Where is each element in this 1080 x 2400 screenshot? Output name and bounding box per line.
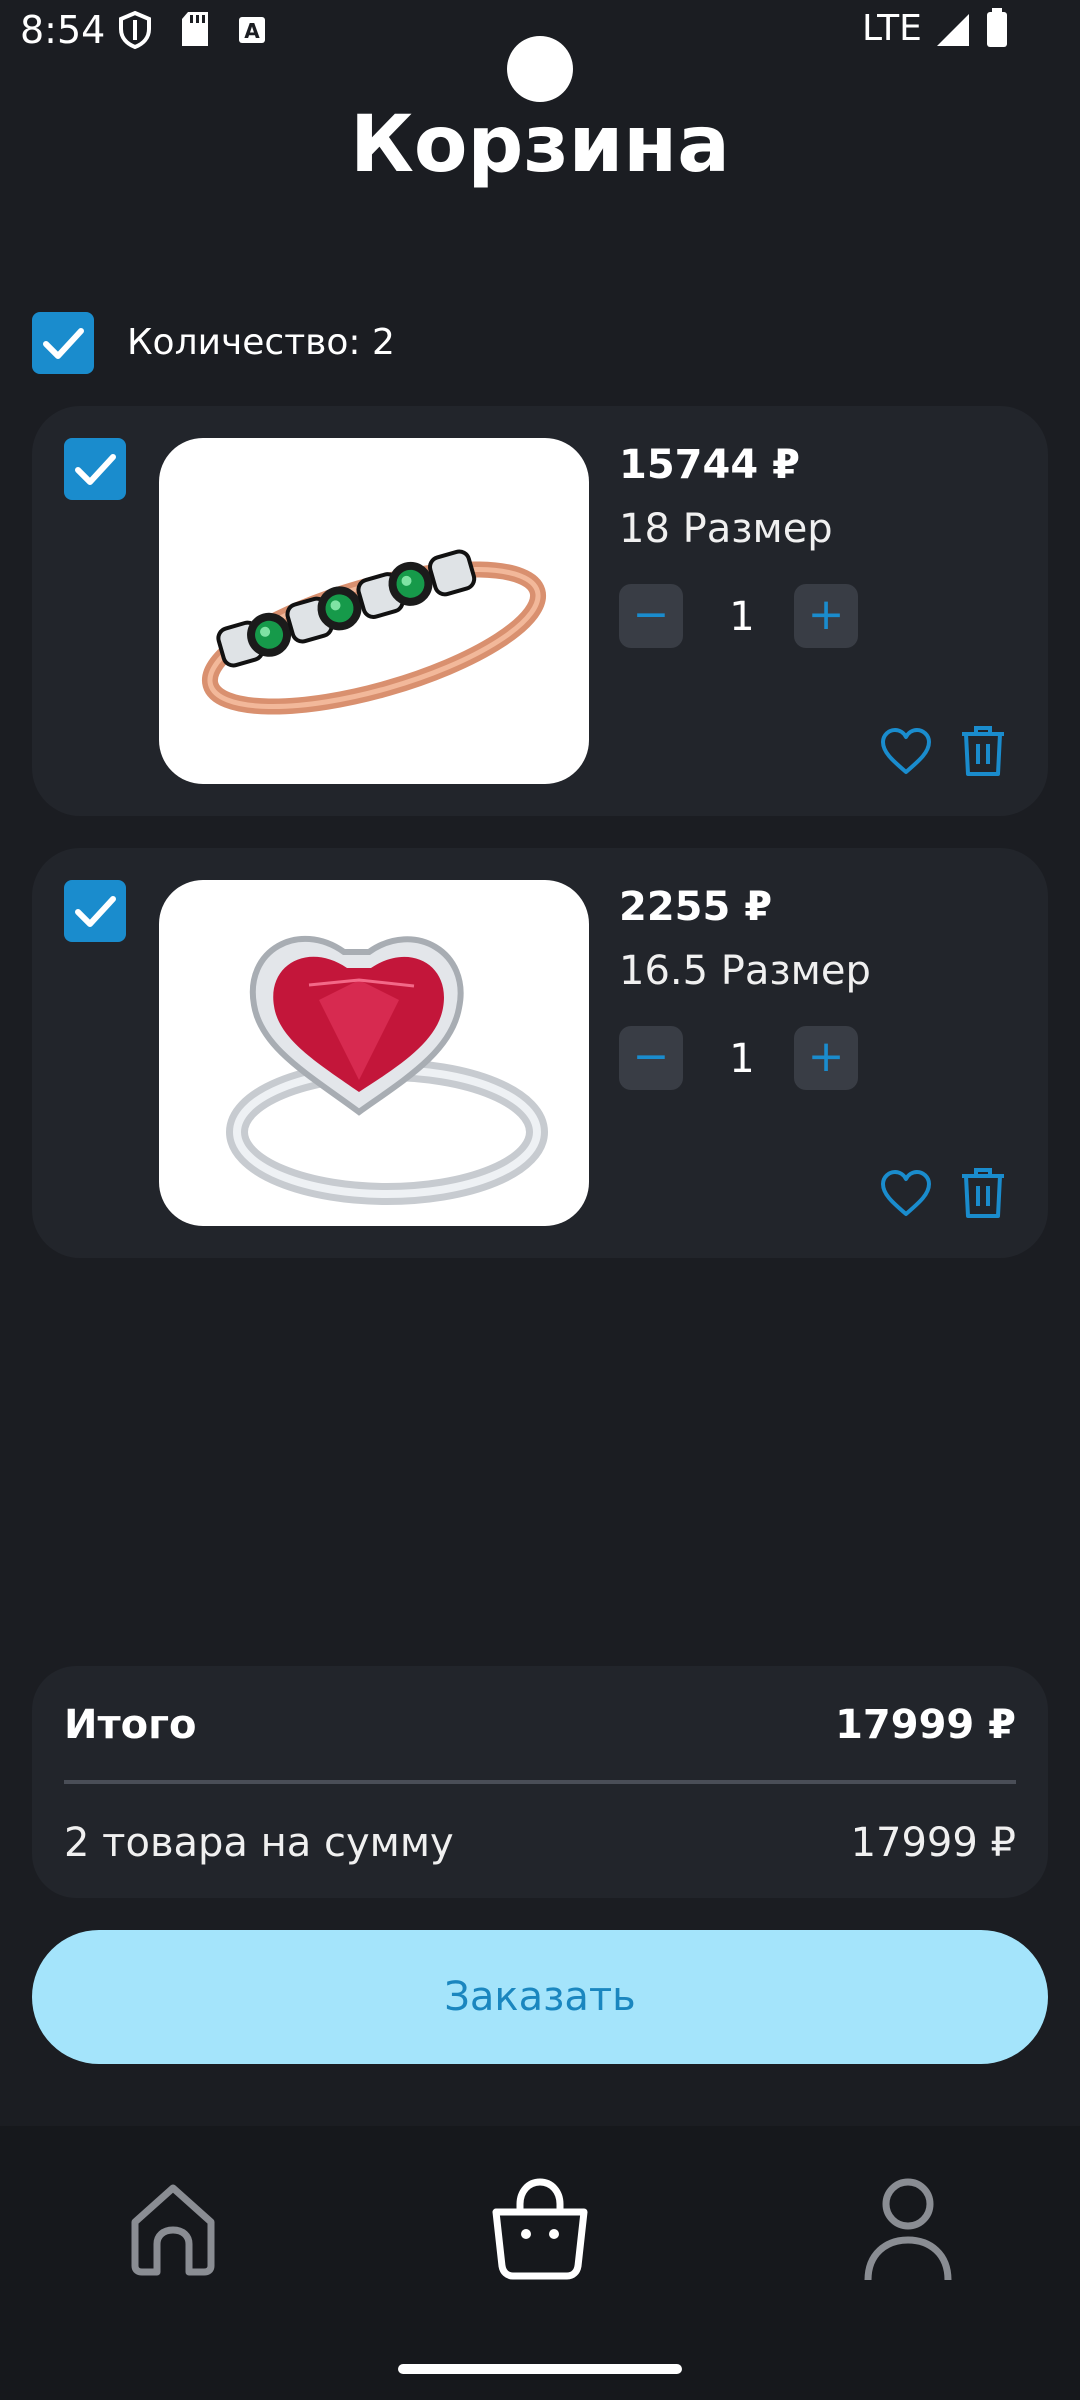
summary-divider: [64, 1780, 1016, 1784]
item-checkbox[interactable]: [64, 880, 126, 942]
profile-icon[interactable]: [862, 2176, 954, 2288]
trash-icon[interactable]: [960, 724, 1006, 782]
check-icon: [75, 896, 116, 927]
shield-icon: [118, 10, 152, 54]
increment-button[interactable]: +: [794, 584, 858, 648]
sd-card-icon: [180, 10, 210, 52]
heart-icon[interactable]: [880, 728, 932, 780]
item-price: 2255 ₽: [619, 884, 773, 930]
decrement-button[interactable]: −: [619, 1026, 683, 1090]
cart-item: 15744 ₽ 18 Размер − 1 +: [32, 406, 1048, 816]
decrement-button[interactable]: −: [619, 584, 683, 648]
shopping-bag-icon[interactable]: [486, 2176, 594, 2284]
select-all-checkbox[interactable]: [32, 312, 94, 374]
items-count-label: 2 товара на сумму: [64, 1820, 454, 1866]
total-value: 17999 ₽: [835, 1702, 1016, 1748]
item-size: 18 Размер: [619, 506, 833, 552]
signal-icon: [935, 12, 971, 52]
home-icon[interactable]: [125, 2180, 221, 2282]
battery-icon: [986, 8, 1008, 52]
trash-icon[interactable]: [960, 1166, 1006, 1224]
check-icon: [43, 328, 84, 359]
items-sum-value: 17999 ₽: [850, 1820, 1016, 1866]
status-time: 8:54: [20, 8, 106, 52]
order-button[interactable]: Заказать: [32, 1930, 1048, 2064]
svg-text:A: A: [244, 19, 260, 43]
page-title: Корзина: [350, 100, 730, 190]
product-image[interactable]: [159, 880, 589, 1226]
heart-icon[interactable]: [880, 1170, 932, 1222]
total-label: Итого: [64, 1702, 197, 1748]
increment-button[interactable]: +: [794, 1026, 858, 1090]
cart-screen: 8:54 A LTE Корзина Количество: 2 15744 ₽…: [0, 0, 1080, 2400]
network-type: LTE: [862, 8, 922, 49]
item-quantity: 1: [729, 1036, 755, 1082]
item-checkbox[interactable]: [64, 438, 126, 500]
bottom-nav: [0, 2126, 1080, 2400]
product-image[interactable]: [159, 438, 589, 784]
home-indicator: [398, 2364, 682, 2374]
check-icon: [75, 454, 116, 485]
ring-ruby-heart-image: [226, 935, 548, 1205]
keyboard-a-icon: A: [238, 16, 266, 48]
item-price: 15744 ₽: [619, 442, 800, 488]
cart-item: 2255 ₽ 16.5 Размер − 1 +: [32, 848, 1048, 1258]
item-size: 16.5 Размер: [619, 948, 871, 994]
ring-emerald-image: [201, 549, 547, 715]
camera-cutout: [507, 36, 573, 102]
item-quantity: 1: [729, 594, 755, 640]
order-summary: Итого 17999 ₽ 2 товара на сумму 17999 ₽: [32, 1666, 1048, 1898]
quantity-label: Количество: 2: [127, 322, 395, 363]
